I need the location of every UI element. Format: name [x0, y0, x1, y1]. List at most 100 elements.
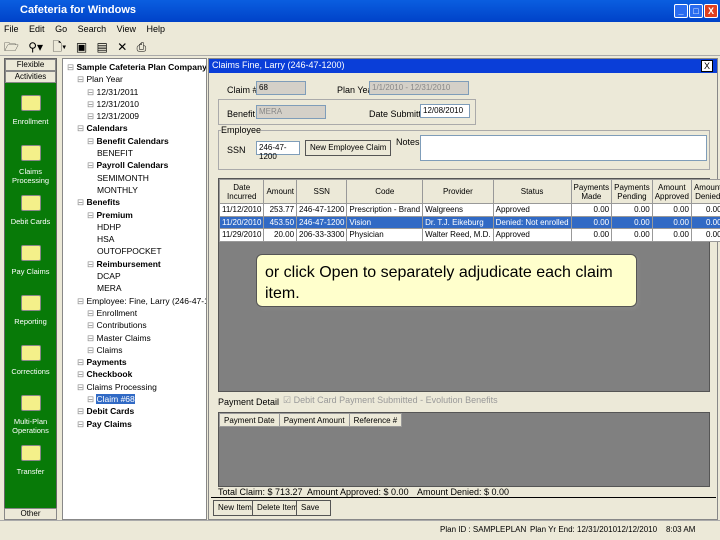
notes-field[interactable]: [420, 135, 707, 161]
tree-node[interactable]: MERA: [67, 282, 202, 294]
tree-node[interactable]: ⊟ Claims: [67, 344, 202, 356]
sidebar-item[interactable]: Reporting: [5, 295, 56, 333]
tree-node[interactable]: SEMIMONTH: [67, 172, 202, 184]
table-row[interactable]: 11/29/2010 20.00 206-33-3300 Physician Walte…: [218, 228, 720, 242]
print-icon[interactable]: ⎙: [137, 40, 147, 54]
benefit-select[interactable]: MERA: [256, 105, 326, 119]
tree-node[interactable]: ⊟ Checkbook: [67, 368, 202, 380]
menu-search[interactable]: Search: [78, 24, 107, 34]
tree-node[interactable]: ⊟ Contributions: [67, 319, 202, 331]
sidebar-item[interactable]: Enrollment: [5, 95, 56, 133]
grid-cell[interactable]: Physician: [346, 228, 424, 242]
tree-node[interactable]: OUTOFPOCKET: [67, 245, 202, 257]
grid-column-header[interactable]: SSN: [296, 179, 348, 204]
sidebar-flexible-tab[interactable]: Flexible: [5, 59, 56, 71]
sidebar-activities-tab[interactable]: Activities: [5, 71, 56, 83]
grid-cell[interactable]: 20.00: [263, 228, 298, 242]
grid-cell[interactable]: 246-47-1200: [296, 203, 348, 217]
open-folder-icon[interactable]: 🗁: [4, 40, 19, 54]
tree-node[interactable]: DCAP: [67, 270, 202, 282]
grid-cell[interactable]: 0.00: [690, 228, 720, 242]
tree-node[interactable]: MONTHLY: [67, 184, 202, 196]
maximize-button[interactable]: □: [689, 4, 703, 18]
save-button[interactable]: Save: [296, 500, 331, 516]
tree-node[interactable]: ⊟ 12/31/2009: [67, 110, 202, 122]
grid-cell[interactable]: 0.00: [570, 228, 613, 242]
minimize-button[interactable]: _: [674, 4, 688, 18]
grid-column-header[interactable]: Provider: [422, 179, 494, 204]
grid-cell[interactable]: 0.00: [570, 203, 613, 217]
menu-help[interactable]: Help: [147, 24, 166, 34]
grid-cell[interactable]: Vision: [346, 215, 424, 229]
tree-node[interactable]: ⊟ Employee: Fine, Larry (246-47-1200): [67, 295, 206, 307]
grid-cell[interactable]: 11/20/2010: [218, 215, 265, 229]
sidebar-item[interactable]: Claims Processing: [5, 145, 56, 185]
table-row[interactable]: 11/12/2010 253.77 246-47-1200 Prescription …: [218, 203, 720, 217]
new-document-icon[interactable]: 🗋▾: [52, 40, 66, 54]
grid-cell[interactable]: Prescription - Brand: [346, 203, 424, 217]
payment-col-reference[interactable]: Reference #: [348, 413, 403, 427]
payment-col-date[interactable]: Payment Date: [219, 413, 280, 427]
new-item-button[interactable]: New Item: [213, 500, 257, 516]
menu-view[interactable]: View: [117, 24, 136, 34]
payment-col-amount[interactable]: Payment Amount: [278, 413, 350, 427]
tree-node[interactable]: ⊟ Pay Claims: [67, 418, 202, 430]
sidebar-item[interactable]: Transfer: [5, 445, 56, 483]
grid-cell[interactable]: 11/12/2010: [218, 203, 265, 217]
grid-cell[interactable]: 0.00: [570, 215, 613, 229]
tree-node[interactable]: ⊟ Debit Cards: [67, 405, 202, 417]
tree-node[interactable]: ⊟ 12/31/2010: [67, 98, 202, 110]
grid-column-header[interactable]: Payments Made: [570, 179, 613, 204]
date-submitted-field[interactable]: 12/08/2010: [420, 104, 470, 118]
sidebar-item[interactable]: Pay Claims: [5, 245, 56, 283]
tree-node[interactable]: ⊟ Sample Cafeteria Plan Company: [67, 61, 206, 73]
grid-column-header[interactable]: Code: [346, 179, 424, 204]
tree-node[interactable]: ⊟ Premium: [67, 209, 202, 221]
tree-node[interactable]: ⊟ Benefit Calendars: [67, 135, 202, 147]
tree-node[interactable]: HDHP: [67, 221, 202, 233]
grid-cell[interactable]: 246-47-1200: [296, 215, 348, 229]
save-icon[interactable]: ▣: [76, 40, 87, 54]
tree-node[interactable]: ⊟ 12/31/2011: [67, 86, 202, 98]
plan-year-select[interactable]: 1/1/2010 - 12/31/2010: [369, 81, 469, 95]
tree-node[interactable]: ⊟ Claim #68: [67, 393, 202, 405]
tree-node[interactable]: ⊟ Master Claims: [67, 332, 202, 344]
grid-cell[interactable]: 0.00: [651, 215, 692, 229]
grid-cell[interactable]: 253.77: [263, 203, 298, 217]
grid-cell[interactable]: Denied: Not enrolled: [492, 215, 572, 229]
grid-column-header[interactable]: Status: [492, 179, 572, 204]
menu-file[interactable]: File: [4, 24, 19, 34]
grid-cell[interactable]: 0.00: [690, 203, 720, 217]
grid-cell[interactable]: 206-33-3300: [296, 228, 348, 242]
tree-node[interactable]: ⊟ Plan Year: [67, 73, 202, 85]
menu-go[interactable]: Go: [55, 24, 67, 34]
grid-cell[interactable]: 0.00: [690, 215, 720, 229]
grid-cell[interactable]: 0.00: [651, 228, 692, 242]
ssn-field[interactable]: 246-47-1200: [256, 141, 300, 161]
delete-icon[interactable]: ✕: [117, 40, 127, 54]
grid-cell[interactable]: 453.50: [263, 215, 298, 229]
sidebar-item[interactable]: Debit Cards: [5, 195, 56, 233]
new-employee-claim-button[interactable]: New Employee Claim: [305, 140, 392, 156]
grid-cell[interactable]: Approved: [492, 203, 572, 217]
find-icon[interactable]: ⚲▾: [28, 40, 43, 54]
sidebar-other-tab[interactable]: Other: [4, 508, 57, 520]
tree-node[interactable]: BENEFIT: [67, 147, 202, 159]
tree-node[interactable]: ⊟ Payments: [67, 356, 202, 368]
grid-cell[interactable]: Dr. T.J. Eikeburg: [422, 215, 494, 229]
sidebar-item[interactable]: Multi-Plan Operations: [5, 395, 56, 435]
tree-node[interactable]: HSA: [67, 233, 202, 245]
tree-node[interactable]: ⊟ Claims Processing: [67, 381, 202, 393]
grid-column-header[interactable]: Amount Denied: [690, 179, 720, 204]
grid-cell[interactable]: Walter Reed, M.D.: [422, 228, 494, 242]
table-row[interactable]: 11/20/2010 453.50 246-47-1200 Vision Dr. T.J…: [218, 215, 720, 229]
grid-cell[interactable]: Approved: [492, 228, 572, 242]
close-panel-button[interactable]: X: [700, 60, 713, 72]
grid-cell[interactable]: 0.00: [611, 215, 653, 229]
menu-edit[interactable]: Edit: [29, 24, 45, 34]
sidebar-item[interactable]: Corrections: [5, 345, 56, 383]
form-icon[interactable]: ▤: [97, 40, 108, 54]
grid-column-header[interactable]: Amount: [263, 179, 298, 204]
close-button[interactable]: X: [704, 4, 718, 18]
grid-column-header[interactable]: Payments Pending: [611, 179, 653, 204]
